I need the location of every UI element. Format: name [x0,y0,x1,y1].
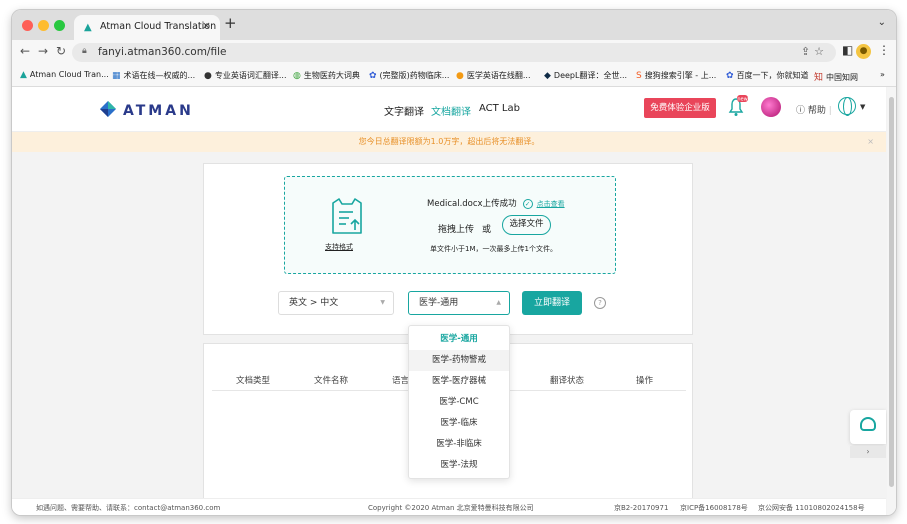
nav-act-lab[interactable]: ACT Lab [479,103,520,114]
domain-option[interactable]: 医学-通用 [409,329,509,350]
footer-public-security[interactable]: 京公网安备 11010802024158号 [758,503,865,513]
document-upload-icon [332,198,362,234]
column-header-language: 语言 [392,376,410,386]
upload-success-text: Medical.docx上传成功 [427,199,517,209]
web-page: ATMAN 文字翻译 文档翻译 ACT Lab 免费体验企业版 new ⓘ 帮助… [12,87,896,515]
upload-rule-text: 单文件小于1M，一次最多上传1个文件。 [430,245,557,253]
bookmarks-bar: ▲ Atman Cloud Tran... ▦ 术语在线—权威的... ● 专业英语词… [12,65,896,87]
scrollbar-thumb[interactable] [889,97,894,487]
bookmark-item[interactable]: ◆ DeepL翻译：全世... [544,70,627,81]
view-file-link[interactable]: 点击查看 [537,200,565,208]
share-icon[interactable]: ⇪ [801,45,814,58]
or-text: 或 [482,225,492,235]
notification-bell-icon[interactable]: new [724,95,748,119]
tab-title: Atman Cloud Translation [100,21,217,32]
lock-icon: 🔒︎ [82,46,87,56]
user-avatar[interactable] [761,97,781,117]
quota-notice-text: 您今日总翻译限额为1.0万字，超出后将无法翻译。 [358,137,540,146]
bookmark-item[interactable]: ● 专业英语词汇翻译... [204,70,287,81]
footer-contact: 如遇问题、需要帮助、请联系：contact@atman360.com [36,504,221,512]
bookmark-star-icon[interactable]: ☆ [814,45,828,58]
help-circle-icon: ⓘ [796,106,808,116]
check-circle-icon: ✓ [522,199,533,209]
close-tab-icon[interactable]: × [202,19,211,32]
select-arrow-up-icon: ▲ [496,299,501,306]
domain-dropdown-menu: 医学-通用 医学-药物警戒 医学-医疗器械 医学-CMC 医学-临床 医学-非临… [408,325,510,479]
domain-select[interactable]: 医学-通用 ▲ [408,291,510,315]
headset-icon [860,417,876,431]
atman-favicon-icon: ▲ [84,22,92,33]
logo-text: ATMAN [123,103,194,119]
address-bar[interactable]: 🔒︎ fanyi.atman360.com/file ⇪☆ [72,43,836,62]
tab-list-chevron-icon[interactable]: ⌄ [878,17,886,28]
translate-now-button[interactable]: 立即翻译 [522,291,582,315]
new-badge: new [737,97,747,103]
back-icon[interactable]: ← [20,44,30,58]
url-text: fanyi.atman360.com/file [98,46,227,58]
bookmark-item[interactable]: ▦ 术语在线—权威的... [112,70,195,81]
sidebar-toggle-icon[interactable]: ◧ [842,43,853,57]
domain-option[interactable]: 医学-法规 [409,455,509,476]
bookmark-item[interactable]: ✿ (完整版)药物临床... [369,70,449,81]
footer-icp[interactable]: 京ICP备16008178号 [680,503,748,513]
domain-option[interactable]: 医学-医疗器械 [409,371,509,392]
domain-option[interactable]: 医学-非临床 [409,434,509,455]
column-header-doc-type: 文档类型 [236,376,271,386]
drag-upload-text: 拖拽上传 [438,225,475,235]
help-link[interactable]: ⓘ 帮助 | [796,103,832,116]
close-window-button[interactable] [22,20,33,31]
bookmark-item[interactable]: S 搜狗搜索引擎 - 上... [636,70,716,81]
more-bookmarks-icon[interactable]: » [880,70,885,79]
bookmark-item[interactable]: ◍ 生物医药大词典 [293,70,360,81]
language-caret-icon[interactable]: ▼ [860,103,865,111]
bookmark-item[interactable]: ✿ 百度一下，你就知道 [726,70,809,81]
footer-icp-b2[interactable]: 京B2-20170971 [614,503,668,513]
atman-logo-icon [100,101,116,117]
side-panel-collapse-button[interactable]: › [850,446,886,458]
nav-text-translation[interactable]: 文字翻译 [384,103,424,118]
forward-icon[interactable]: → [38,44,48,58]
domain-option[interactable]: 医学-临床 [409,413,509,434]
domain-option[interactable]: 医学-药物警戒 [409,350,509,371]
language-pair-select[interactable]: 英文 > 中文 ▼ [278,291,394,315]
new-tab-button[interactable]: + [224,14,237,32]
quota-notice-banner: 您今日总翻译限额为1.0万字，超出后将无法翻译。 × [12,132,886,152]
browser-menu-icon[interactable]: ⋮ [878,43,890,57]
browser-toolbar: ← → ↻ 🔒︎ fanyi.atman360.com/file ⇪☆ ◧ ⋮ [12,40,896,65]
browser-window: ▲ Atman Cloud Translation × + ⌄ ← → ↻ 🔒︎… [12,10,896,515]
select-arrow-down-icon: ▼ [380,299,385,306]
supported-formats-link[interactable]: 支持格式 [325,242,353,252]
column-header-actions: 操作 [636,376,654,386]
atman-logo[interactable]: ATMAN [99,100,194,119]
column-header-status: 翻译状态 [550,376,585,386]
customer-service-button[interactable] [850,410,886,444]
footer-copyright: Copyright ©2020 Atman 北京爱特曼科技有限公司 [368,504,534,512]
upload-success-message: Medical.docx上传成功 ✓ 点击查看 [427,197,565,209]
bookmark-item[interactable]: ▲ Atman Cloud Tran... [20,70,109,80]
notice-close-icon[interactable]: × [867,132,874,152]
tab-bar: ▲ Atman Cloud Translation × + ⌄ [12,10,896,40]
choose-file-button[interactable]: 选择文件 [502,215,551,235]
minimize-window-button[interactable] [38,20,49,31]
file-drop-zone[interactable]: 支持格式 Medical.docx上传成功 ✓ 点击查看 拖拽上传 或 选择文件 单… [284,176,616,274]
column-header-file-name: 文件名称 [314,376,349,386]
domain-value: 医学-通用 [419,298,459,308]
bookmark-item[interactable]: ● 医学英语在线翻... [456,70,531,81]
maximize-window-button[interactable] [54,20,65,31]
free-trial-enterprise-button[interactable]: 免费体验企业版 [644,98,716,118]
nav-document-translation[interactable]: 文档翻译 [431,103,471,118]
page-scrollbar[interactable] [887,87,896,515]
language-pair-value: 英文 > 中文 [289,298,339,308]
help-question-icon[interactable]: ? [594,297,606,309]
profile-avatar[interactable]: ● [856,44,871,59]
site-header: ATMAN 文字翻译 文档翻译 ACT Lab 免费体验企业版 new ⓘ 帮助… [12,87,886,132]
reload-icon[interactable]: ↻ [56,44,66,58]
bookmark-item[interactable]: 知中国知网 [814,70,858,83]
domain-option[interactable]: 医学-CMC [409,392,509,413]
browser-tab[interactable]: ▲ Atman Cloud Translation × [74,15,220,40]
site-footer: 如遇问题、需要帮助、请联系：contact@atman360.com Copyr… [12,498,886,515]
upload-card: 支持格式 Medical.docx上传成功 ✓ 点击查看 拖拽上传 或 选择文件 单… [203,163,693,335]
globe-language-icon[interactable] [838,97,856,116]
